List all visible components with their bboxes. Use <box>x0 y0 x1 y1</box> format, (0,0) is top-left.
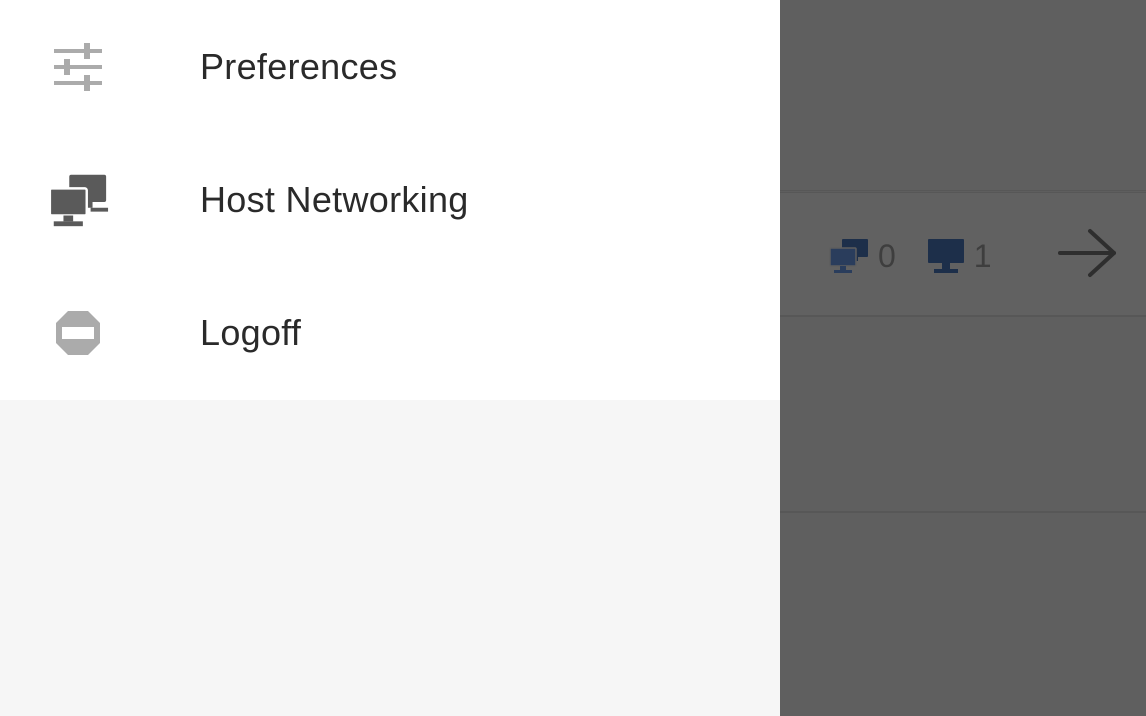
menu-item-logoff[interactable]: Logoff <box>0 266 780 399</box>
menu-item-label: Logoff <box>200 311 302 353</box>
menu-item-label: Preferences <box>200 45 398 87</box>
logoff-icon <box>46 301 110 365</box>
networked-computers-icon <box>46 168 110 232</box>
menu-item-host-networking[interactable]: Host Networking <box>0 133 780 266</box>
network-count: 0 <box>878 238 896 274</box>
screen: 0 1 Preferences Host Networking Logoff <box>0 0 1146 716</box>
computer-count: 1 <box>973 238 992 274</box>
menu-item-label: Host Networking <box>200 178 469 220</box>
open-host-button[interactable] <box>1052 222 1124 288</box>
background-card <box>780 0 1146 191</box>
drawer-menu: Preferences Host Networking Logoff <box>0 0 780 400</box>
networked-computers-icon <box>826 236 872 276</box>
computer-icon <box>924 235 968 277</box>
menu-item-preferences[interactable]: Preferences <box>0 0 780 133</box>
arrow-right-icon <box>1056 225 1120 286</box>
background-card <box>780 512 1146 716</box>
sliders-icon <box>46 35 110 99</box>
navigation-drawer: Preferences Host Networking Logoff <box>0 0 780 716</box>
host-status-row: 0 1 <box>826 228 1014 284</box>
background-card <box>780 316 1146 512</box>
